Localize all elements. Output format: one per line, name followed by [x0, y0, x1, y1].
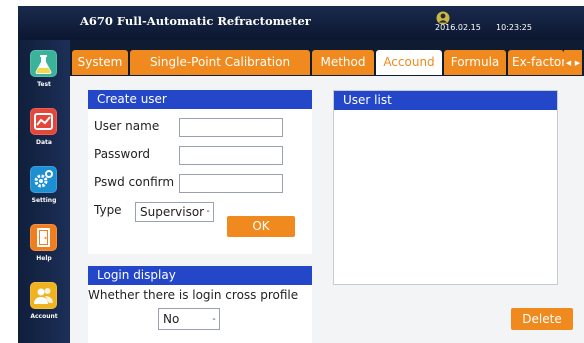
tab-single-point-calibration[interactable]: Single-Point Calibration	[130, 50, 310, 75]
type-label: Type	[94, 203, 122, 217]
sidebar-item-setting[interactable]: Setting	[18, 162, 70, 218]
sidebar-item-help[interactable]: Help	[18, 220, 70, 276]
password-field[interactable]	[179, 146, 283, 165]
tab-system[interactable]: System	[72, 50, 128, 75]
date-readout: 2016.02.15	[435, 23, 481, 32]
password-label: Password	[94, 147, 151, 161]
sidebar-item-label: Test	[37, 81, 51, 88]
ok-button[interactable]: OK	[227, 216, 295, 237]
users-icon	[30, 282, 57, 309]
type-select[interactable]: Supervisor ⁃	[135, 202, 214, 222]
select-caret-icon: ⁃	[206, 207, 210, 216]
login-cross-profile-question: Whether there is login cross profile	[88, 288, 299, 302]
chart-icon	[30, 108, 57, 135]
flask-icon	[30, 50, 57, 77]
tab-accound[interactable]: Accound	[376, 50, 442, 75]
username-label: User name	[94, 119, 160, 133]
app-title: A670 Full-Automatic Refractometer	[80, 14, 311, 28]
device-screen: A670 Full-Automatic Refractometer 2016.0…	[18, 6, 584, 343]
create-user-section: Create user User name Password Pswd conf…	[88, 90, 312, 254]
login-display-section: Login display Whether there is login cro…	[88, 266, 312, 343]
scroll-left-icon[interactable]: ◀	[566, 59, 571, 67]
tab-ex-factor[interactable]: Ex-factor	[508, 50, 564, 75]
gear-icon	[30, 166, 57, 193]
login-display-value: No	[163, 312, 180, 326]
select-caret-icon: ⁃	[212, 315, 216, 324]
sidebar-item-label: Help	[36, 255, 52, 262]
user-list-header: User list	[334, 91, 557, 110]
scroll-right-icon[interactable]: ▶	[575, 59, 580, 67]
sidebar-item-test[interactable]: Test	[18, 46, 70, 102]
create-user-header: Create user	[88, 90, 312, 109]
tab-bar: System Single-Point Calibration Method A…	[70, 40, 584, 76]
type-select-value: Supervisor	[140, 205, 205, 219]
user-list-section: User list	[333, 90, 558, 285]
delete-button[interactable]: Delete	[511, 308, 573, 330]
sidebar-item-account[interactable]: Account	[18, 278, 70, 334]
password-confirm-field[interactable]	[179, 174, 283, 193]
username-field[interactable]	[179, 118, 283, 137]
user-list[interactable]	[334, 110, 557, 284]
tab-scroll-buttons[interactable]: ◀ ▶	[564, 50, 582, 75]
login-display-header: Login display	[88, 266, 312, 285]
sidebar-item-label: Account	[30, 313, 58, 320]
door-icon	[30, 224, 57, 251]
sidebar-item-data[interactable]: Data	[18, 104, 70, 160]
password-confirm-label: Pswd confirm	[94, 175, 175, 189]
time-readout: 10:23:25	[496, 23, 532, 32]
login-display-select[interactable]: No ⁃	[158, 308, 220, 330]
sidebar-item-label: Data	[36, 139, 52, 146]
tab-formula[interactable]: Formula	[444, 50, 506, 75]
account-panel: Create user User name Password Pswd conf…	[70, 76, 584, 343]
tab-method[interactable]: Method	[312, 50, 374, 75]
title-bar: A670 Full-Automatic Refractometer 2016.0…	[18, 6, 584, 40]
sidebar-item-label: Setting	[31, 197, 57, 204]
user-status-icon	[436, 10, 450, 25]
sidebar: Test Data Setting Help Account	[18, 40, 70, 343]
